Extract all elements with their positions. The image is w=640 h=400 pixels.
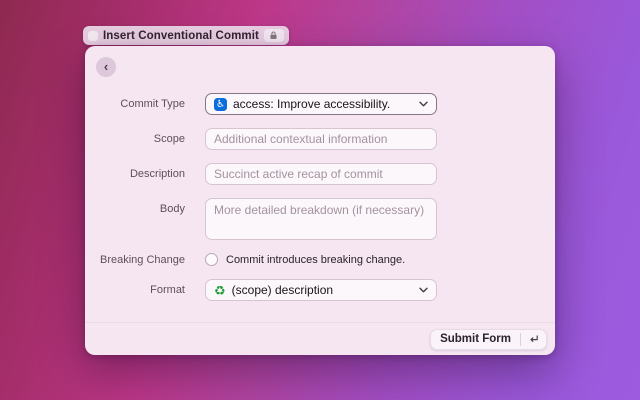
command-tag: Insert Conventional Commit <box>83 26 289 45</box>
description-row: Description <box>85 163 555 185</box>
submit-form-label: Submit Form <box>431 333 520 345</box>
recycle-icon: ♻ <box>214 284 226 297</box>
format-dropdown[interactable]: ♻ (scope) description <box>205 279 437 301</box>
breaking-change-checkbox[interactable] <box>205 253 218 266</box>
breaking-change-label: Breaking Change <box>85 254 185 266</box>
chevron-down-icon <box>419 101 428 107</box>
desktop-background: Insert Conventional Commit ‹ Commit Type… <box>0 0 640 400</box>
format-value: (scope) description <box>232 283 413 297</box>
command-title: Insert Conventional Commit <box>103 30 259 42</box>
lock-icon <box>264 29 284 42</box>
format-row: Format ♻ (scope) description <box>85 279 555 301</box>
body-label: Body <box>85 198 185 215</box>
extension-icon <box>88 31 98 41</box>
breaking-change-text: Commit introduces breaking change. <box>226 254 405 266</box>
chevron-down-icon <box>419 287 428 293</box>
format-label: Format <box>85 284 185 296</box>
submit-form-button[interactable]: Submit Form <box>430 329 547 350</box>
action-bar: Submit Form <box>85 322 555 355</box>
enter-key-icon <box>521 335 546 344</box>
commit-type-label: Commit Type <box>85 98 185 110</box>
body-row: Body <box>85 198 555 240</box>
scope-row: Scope <box>85 128 555 150</box>
scope-label: Scope <box>85 133 185 145</box>
body-textarea[interactable] <box>205 198 437 240</box>
conventional-commit-form: Commit Type ♿ access: Improve accessibil… <box>85 46 555 301</box>
scope-input[interactable] <box>205 128 437 150</box>
commit-type-dropdown[interactable]: ♿ access: Improve accessibility. <box>205 93 437 115</box>
form-window: ‹ Commit Type ♿ access: Improve accessib… <box>85 46 555 355</box>
breaking-change-control: Commit introduces breaking change. <box>205 253 405 266</box>
description-input[interactable] <box>205 163 437 185</box>
commit-type-value: access: Improve accessibility. <box>233 97 413 111</box>
breaking-change-row: Breaking Change Commit introduces breaki… <box>85 253 555 266</box>
commit-type-row: Commit Type ♿ access: Improve accessibil… <box>85 93 555 115</box>
wheelchair-accessibility-icon: ♿ <box>214 98 227 111</box>
description-label: Description <box>85 168 185 180</box>
